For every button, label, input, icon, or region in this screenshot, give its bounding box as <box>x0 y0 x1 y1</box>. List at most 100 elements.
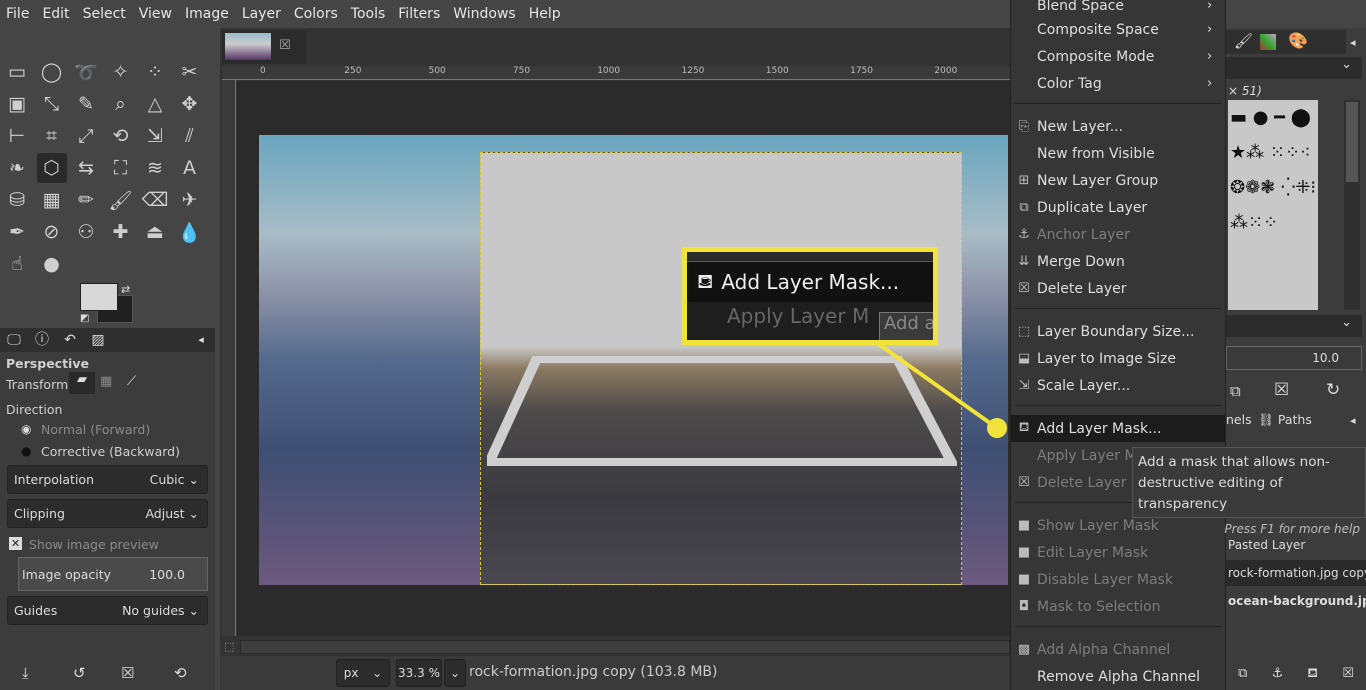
menu-image[interactable]: Image <box>185 6 229 22</box>
horizontal-scrollbar[interactable] <box>240 640 1010 654</box>
menu-item-layer-boundary-size[interactable]: ⬚ Layer Boundary Size... <box>1011 318 1225 345</box>
layer-row[interactable]: rock-formation.jpg copy <box>1226 560 1366 586</box>
menu-item-delete-layer[interactable]: ☒ Delete Layer <box>1011 275 1225 302</box>
text-tool-icon[interactable]: A <box>175 153 205 183</box>
swap-colors-icon[interactable]: ⇄ <box>121 283 130 296</box>
menu-item-edit-layer-mask[interactable]: ■ Edit Layer Mask <box>1011 539 1225 566</box>
mypaint-tool-icon[interactable]: ⊘ <box>37 217 67 247</box>
palette-tab-icon[interactable]: 🎨 <box>1288 31 1308 50</box>
menu-help[interactable]: Help <box>529 6 561 22</box>
default-colors-icon[interactable]: ◩ <box>80 313 89 324</box>
free-select-tool-icon[interactable]: ➰ <box>71 57 101 87</box>
menu-colors[interactable]: Colors <box>294 6 338 22</box>
cage-tool-icon[interactable]: ⛶ <box>106 153 136 183</box>
menu-item-composite-space[interactable]: Composite Space › <box>1011 16 1225 43</box>
smudge-warp-tool-icon[interactable]: ≋ <box>140 153 170 183</box>
transform-selection-icon[interactable]: ▦ <box>100 374 112 389</box>
menu-item-remove-alpha-channel[interactable]: Remove Alpha Channel <box>1011 663 1225 690</box>
tool-options-tab-icon[interactable]: 🖵 <box>0 328 28 352</box>
menu-select[interactable]: Select <box>83 6 126 22</box>
reset-options-icon[interactable]: ⟲ <box>174 664 187 682</box>
paths-tool-icon[interactable]: ⤡ <box>37 89 67 119</box>
restore-options-icon[interactable]: ↺ <box>73 664 86 682</box>
gradient-tool-icon[interactable]: ▦ <box>37 185 67 215</box>
menu-item-composite-mode[interactable]: Composite Mode › <box>1011 43 1225 70</box>
brush-tag-select[interactable]: ⌄ <box>1226 315 1362 337</box>
fuzzy-select-tool-icon[interactable]: ✧ <box>106 57 136 87</box>
layer-mask-icon[interactable]: ⛾ <box>1307 666 1318 683</box>
zoom-tool-icon[interactable]: ⌕ <box>106 89 136 119</box>
configure-tab-icon[interactable]: ◂ <box>1350 414 1356 427</box>
image-canvas[interactable]: ⛾ Add Layer Mask... Apply Layer M Add a <box>237 81 1010 636</box>
smudge-tool-icon[interactable]: ☝ <box>2 249 32 279</box>
flip-tool-icon[interactable]: ⇆ <box>71 153 101 183</box>
delete-brush-icon[interactable]: ☒ <box>1274 380 1289 400</box>
transform-path-icon[interactable]: ⟋ <box>127 374 136 389</box>
tab-channels[interactable]: nels <box>1226 412 1252 427</box>
tab-paths[interactable]: ⛓ Paths <box>1258 412 1312 428</box>
color-picker-tool-icon[interactable]: ✎ <box>71 89 101 119</box>
foreground-select-tool-icon[interactable]: ▣ <box>2 89 32 119</box>
scissors-tool-icon[interactable]: ✂ <box>175 57 205 87</box>
transform-layer-icon[interactable]: ▰ <box>69 372 95 394</box>
eraser-tool-icon[interactable]: ⌫ <box>140 185 170 215</box>
menu-file[interactable]: File <box>6 6 29 22</box>
image-opacity-slider[interactable]: Image opacity 100.0 <box>18 557 208 591</box>
quick-mask-icon[interactable]: ⬚ <box>224 640 234 653</box>
menu-item-scale-layer[interactable]: ⇲ Scale Layer... <box>1011 372 1225 399</box>
delete-options-icon[interactable]: ☒ <box>121 664 134 682</box>
images-tab-icon[interactable]: ▨ <box>84 328 112 352</box>
anchor-icon[interactable]: ⚓ <box>1272 666 1284 683</box>
show-preview-checkbox[interactable]: ✕ <box>9 537 22 550</box>
radio-normal[interactable]: ◉ <box>21 422 31 436</box>
unit-select[interactable]: px ⌄ <box>336 659 390 687</box>
zoom-input[interactable]: 33.3 % <box>396 659 442 687</box>
airbrush-tool-icon[interactable]: ✈ <box>175 185 205 215</box>
duplicate-layer-icon[interactable]: ⧉ <box>1238 666 1247 683</box>
interpolation-select[interactable]: Interpolation Cubic ⌄ <box>7 465 208 494</box>
guides-select[interactable]: Guides No guides ⌄ <box>7 596 208 625</box>
save-options-icon[interactable]: ⤓ <box>22 664 29 682</box>
menu-item-disable-layer-mask[interactable]: ■ Disable Layer Mask <box>1011 566 1225 593</box>
menu-layer[interactable]: Layer <box>242 6 281 22</box>
menu-item-add-layer-mask[interactable]: ⛾ Add Layer Mask... <box>1011 415 1225 442</box>
brushes-grid[interactable]: ▬ ● ━ ⬤★⁂ ⁙⁘⁖ ❂❁❃ ⁛⁜⁝ ⁂⁙⁘ <box>1228 100 1318 310</box>
spacing-input[interactable]: 10.0 <box>1226 346 1362 370</box>
heal-tool-icon[interactable]: ✚ <box>106 217 136 247</box>
blur-tool-icon[interactable]: 💧 <box>175 217 205 247</box>
foreground-color-swatch[interactable] <box>80 283 118 311</box>
menu-item-add-alpha-channel[interactable]: ▩ Add Alpha Channel <box>1011 636 1225 663</box>
menu-item-new-layer-group[interactable]: ⊞ New Layer Group <box>1011 167 1225 194</box>
brushes-tab-icon[interactable]: 🖌 <box>1234 32 1253 50</box>
clone-tool-icon[interactable]: ⚇ <box>71 217 101 247</box>
image-tab[interactable]: ☒ <box>222 30 306 64</box>
configure-tab-icon[interactable]: ◂ <box>187 328 215 352</box>
refresh-brushes-icon[interactable]: ↻ <box>1326 380 1340 400</box>
close-icon[interactable]: ☒ <box>279 38 291 53</box>
perspective-tool-icon[interactable]: ⬡ <box>36 153 67 183</box>
device-status-tab-icon[interactable]: ⓘ <box>28 328 56 352</box>
bucket-fill-tool-icon[interactable]: ⛁ <box>2 185 32 215</box>
menu-edit[interactable]: Edit <box>42 6 69 22</box>
menu-item-mask-to-selection[interactable]: ◘ Mask to Selection <box>1011 593 1225 620</box>
menu-item-new-layer[interactable]: ⎘ New Layer... <box>1011 113 1225 140</box>
measure-tool-icon[interactable]: △ <box>140 89 170 119</box>
unified-transform-tool-icon[interactable]: ⤢ <box>71 121 101 151</box>
dodge-burn-tool-icon[interactable]: ● <box>37 249 67 279</box>
radio-corrective[interactable]: ● <box>21 444 31 458</box>
ellipse-select-tool-icon[interactable]: ◯ <box>37 57 67 87</box>
layer-row[interactable]: ocean-background.jpg <box>1226 588 1366 614</box>
move-tool-icon[interactable]: ✥ <box>175 89 205 119</box>
clipping-select[interactable]: Clipping Adjust ⌄ <box>7 499 208 528</box>
perspective-clone-tool-icon[interactable]: ⏏ <box>140 217 170 247</box>
align-tool-icon[interactable]: ⊢ <box>2 121 32 151</box>
brush-filter-select[interactable]: ⌄ <box>1226 57 1362 79</box>
menu-item-layer-to-image-size[interactable]: ⬓ Layer to Image Size <box>1011 345 1225 372</box>
configure-tab-icon[interactable]: ◂ <box>1350 36 1356 49</box>
paintbrush-tool-icon[interactable]: 🖌 <box>106 185 136 215</box>
scale-tool-icon[interactable]: ⇲ <box>140 121 170 151</box>
menu-filters[interactable]: Filters <box>398 6 440 22</box>
shear-tool-icon[interactable]: ⫽ <box>175 121 205 151</box>
crop-tool-icon[interactable]: ⌗ <box>37 121 67 151</box>
ink-tool-icon[interactable]: ✒ <box>2 217 32 247</box>
